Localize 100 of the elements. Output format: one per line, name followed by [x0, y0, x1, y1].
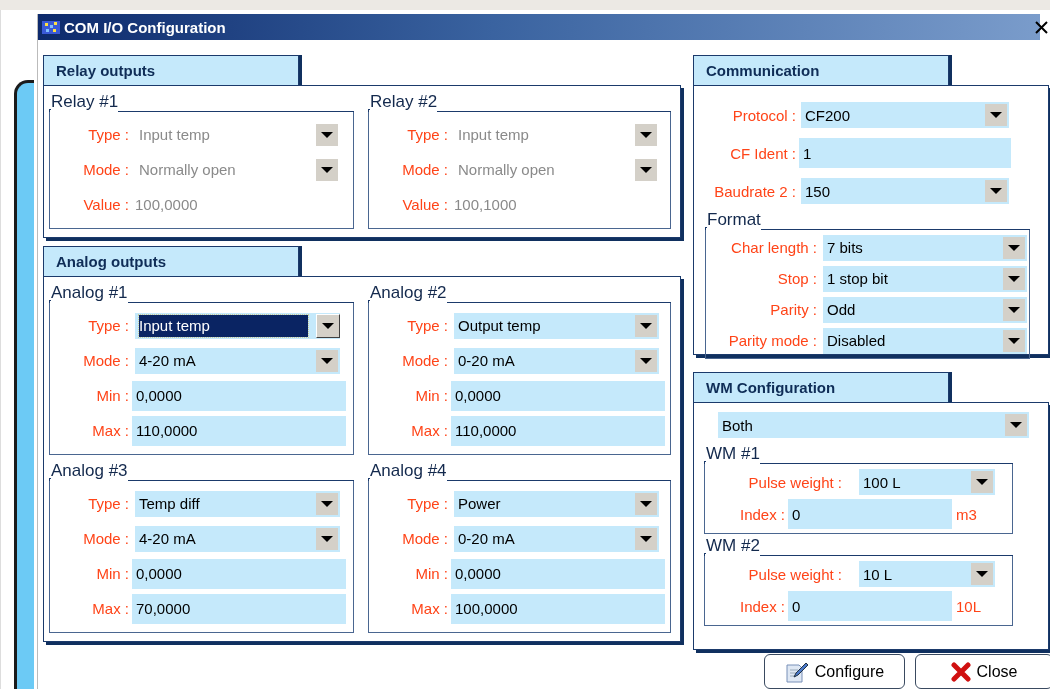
dropdown[interactable]: Both [718, 412, 1029, 438]
caret-icon [971, 471, 993, 493]
caret-icon [316, 527, 338, 550]
field-label: Pulse weight : [747, 565, 843, 583]
field-label: Min : [95, 565, 130, 582]
dropdown[interactable]: 4-20 mA [135, 347, 340, 374]
text-field[interactable]: 1 [799, 138, 1011, 168]
field-label: Parity mode : [727, 332, 818, 349]
group-title: Relay #2 [370, 92, 438, 112]
group-title: Analog #4 [370, 461, 447, 481]
dropdown[interactable]: 0-20 mA [454, 525, 659, 552]
field-label: Mode : [401, 530, 449, 547]
dropdown[interactable]: Disabled [823, 327, 1027, 354]
field-label: Min : [414, 565, 449, 582]
text-field[interactable]: 0,0000 [132, 558, 346, 589]
caret-icon [985, 180, 1007, 202]
unit-label: 10L [956, 597, 982, 615]
group-title: WM #2 [706, 536, 760, 556]
caret-icon [1003, 267, 1025, 290]
caret-icon [1003, 298, 1025, 321]
text-field[interactable]: 0,0000 [451, 558, 665, 589]
field-label: Type : [406, 495, 449, 512]
group-title: Relay #1 [51, 92, 119, 112]
field-label: Value : [401, 196, 449, 213]
unit-label: m3 [956, 505, 977, 523]
value-text: 100,1000 [453, 196, 517, 213]
window-title: COM I/O Configuration [64, 18, 226, 36]
app-icon [42, 19, 60, 35]
field-label: Type : [406, 317, 449, 334]
caret-icon [635, 492, 657, 515]
group-title: Analog #2 [370, 283, 447, 303]
close-icon[interactable] [1035, 20, 1048, 34]
caret-icon [1003, 236, 1025, 259]
caret-icon [635, 158, 657, 181]
field-label: Stop : [776, 270, 818, 287]
caret-icon [316, 123, 338, 146]
field-label: Min : [414, 387, 449, 404]
field-label: Value : [82, 196, 130, 213]
text-field[interactable]: 70,0000 [132, 593, 346, 624]
dropdown[interactable]: 10 L [859, 561, 995, 587]
dropdown[interactable]: 7 bits [823, 234, 1027, 261]
text-field[interactable]: 0 [788, 591, 952, 621]
text-field[interactable]: 0 [788, 499, 952, 529]
field-label: Mode : [401, 161, 449, 178]
group-title: WM #1 [706, 444, 760, 464]
dropdown[interactable]: 1 stop bit [823, 265, 1027, 292]
caret-icon [635, 349, 657, 372]
field-label: Type : [87, 495, 130, 512]
dropdown[interactable]: Input temp [135, 312, 340, 339]
text-field[interactable]: 100,0000 [451, 593, 665, 624]
field-label: Max : [91, 422, 130, 439]
close-icon [950, 661, 971, 682]
dropdown[interactable]: Odd [823, 296, 1027, 323]
field-label: Type : [87, 317, 130, 334]
field-label: Max : [410, 600, 449, 617]
text-field[interactable]: 110,0000 [132, 415, 346, 446]
caret-icon [316, 313, 340, 338]
text-field[interactable]: 0,0000 [451, 380, 665, 411]
dropdown[interactable]: 150 [801, 178, 1009, 204]
field-label: Mode : [401, 352, 449, 369]
pencil-document-icon [784, 660, 809, 683]
field-label: Max : [91, 600, 130, 617]
field-label: Index : [738, 597, 786, 615]
group-title: Analog #3 [51, 461, 128, 481]
field-label: Parity : [769, 301, 818, 318]
field-label: Char length : [730, 239, 818, 256]
dropdown[interactable]: 0-20 mA [454, 347, 659, 374]
text-field[interactable]: 0,0000 [132, 380, 346, 411]
caret-icon [635, 314, 657, 337]
caret-icon [1003, 329, 1025, 352]
panel-title: Relay outputs [56, 62, 156, 79]
configure-button[interactable]: Configure [764, 654, 905, 689]
field-label: Type : [87, 126, 130, 143]
field-label: Min : [95, 387, 130, 404]
field-label: Type : [406, 126, 449, 143]
field-label: Mode : [82, 530, 130, 547]
caret-icon [316, 158, 338, 181]
dropdown[interactable]: Output temp [454, 312, 659, 339]
text-field[interactable]: 110,0000 [451, 415, 665, 446]
panel-title: Analog outputs [56, 253, 166, 270]
field-label: CF Ident : [729, 144, 797, 162]
close-button[interactable]: Close [915, 654, 1050, 689]
caret-icon [971, 563, 993, 585]
dropdown[interactable]: Temp diff [135, 490, 340, 517]
dropdown[interactable]: 100 L [859, 469, 995, 495]
caret-icon [316, 349, 338, 372]
caret-icon [985, 104, 1007, 126]
field-label: Pulse weight : [747, 473, 843, 491]
dropdown[interactable]: 4-20 mA [135, 525, 340, 552]
dropdown[interactable]: CF200 [801, 102, 1009, 128]
field-label: Mode : [82, 161, 130, 178]
dropdown[interactable]: Power [454, 490, 659, 517]
field-label: Index : [738, 505, 786, 523]
caret-icon [635, 527, 657, 550]
panel-title: Communication [706, 62, 820, 79]
field-label: Protocol : [731, 106, 797, 124]
caret-icon [1005, 414, 1027, 436]
group-title: Format [707, 210, 761, 230]
group-title: Analog #1 [51, 283, 128, 303]
panel-title: WM Configuration [706, 379, 836, 396]
